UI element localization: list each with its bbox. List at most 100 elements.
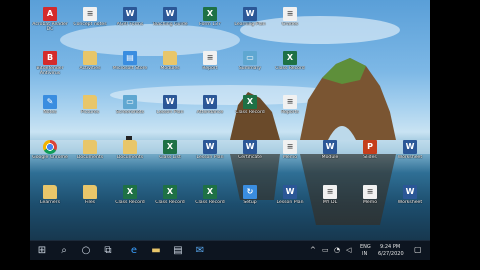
battery-icon[interactable]: ▭ xyxy=(322,246,329,254)
language-label[interactable]: ENG xyxy=(360,244,371,250)
desktop-icon[interactable]: Modules xyxy=(150,48,190,94)
desktop-icon-label: Setup xyxy=(243,200,257,205)
desktop-icon[interactable]: W Lesson Plan xyxy=(270,182,310,228)
edge-button[interactable]: e xyxy=(126,243,142,259)
folder-icon xyxy=(163,51,177,65)
desktop-icon[interactable]: ≡ Concept notes xyxy=(70,4,110,50)
desktop-icon[interactable]: P Slides xyxy=(350,137,390,183)
desktop-icon-label: Form 137 xyxy=(199,22,221,27)
desktop-icon[interactable]: X Class Record xyxy=(150,182,190,228)
desktop-icon-label: Attendance xyxy=(196,110,224,115)
desktop-icon[interactable]: ▭ Screenshots xyxy=(110,92,150,138)
desktop-icon-label: Memo xyxy=(362,200,378,205)
desktop-icon[interactable]: B Bitdefender Antivirus xyxy=(30,48,70,94)
network-icon[interactable]: ◔ xyxy=(334,246,340,254)
desktop-icon-label: Notes xyxy=(43,110,57,115)
desktop-icon[interactable]: W Worksheet xyxy=(390,182,430,228)
search-button[interactable]: ⌕ xyxy=(56,243,72,259)
desktop-icon[interactable]: X Class Record xyxy=(270,48,310,94)
volume-icon[interactable]: ◁ xyxy=(346,246,351,254)
word-icon: W xyxy=(243,140,257,154)
desktop-icon[interactable]: X Class Record xyxy=(190,182,230,228)
desktop-icon[interactable]: W Learning Plan xyxy=(230,4,270,50)
word-icon: W xyxy=(203,140,217,154)
desktop-icon-label: Slides xyxy=(363,155,377,160)
letterbox-bottom xyxy=(30,260,430,270)
clock-time[interactable]: 9:24 PM xyxy=(380,244,400,250)
desktop-icon-label: Microsoft Store xyxy=(112,66,148,71)
task-view-button[interactable]: ⧉ xyxy=(100,243,116,259)
chrome-icon xyxy=(43,140,57,154)
desktop-icon-label: Acrobat Reader DC xyxy=(32,22,68,33)
desktop-icon[interactable]: A Acrobat Reader DC xyxy=(30,4,70,50)
desktop-icon[interactable]: ≡ Report xyxy=(190,48,230,94)
desktop-icon-label: Summary xyxy=(238,66,262,71)
desktop-icon-label: Reports xyxy=(281,110,299,115)
desktop-icon-label: Certificate xyxy=(238,155,262,160)
mail-button[interactable]: ✉ xyxy=(192,243,208,259)
desktop-icon[interactable]: Documents xyxy=(110,137,150,183)
store-icon: ▤ xyxy=(173,245,183,256)
folder-icon xyxy=(43,185,57,199)
desktop-icon[interactable]: ≡ MY DL xyxy=(310,182,350,228)
desktop-icon-label: Teaching Guide xyxy=(152,22,188,27)
desktop-icon-label: Memo xyxy=(282,155,298,160)
desktop-icon[interactable]: ▭ Summary xyxy=(230,48,270,94)
desktop-icon-label: Lesson Plan xyxy=(276,200,304,205)
desktop-icon[interactable]: W Worksheet xyxy=(390,137,430,183)
desktop-icon[interactable]: W Lesson Plan xyxy=(150,92,190,138)
desktop-icon[interactable]: X Class Record xyxy=(230,92,270,138)
word-icon: W xyxy=(163,95,177,109)
notification-icon[interactable]: ▢ xyxy=(414,245,422,254)
desktop-icon[interactable]: Pictures xyxy=(70,92,110,138)
start-button[interactable]: ⊞ xyxy=(34,243,50,259)
desktop-icon[interactable]: Learners xyxy=(30,182,70,228)
desktop-icon[interactable]: W Module xyxy=(310,137,350,183)
word-icon: W xyxy=(403,140,417,154)
desktop-icon-label: AGRI Forms xyxy=(116,22,144,27)
desktop-icon[interactable]: W AGRI Forms xyxy=(110,4,150,50)
desktop-icon[interactable]: ≡ Memo xyxy=(350,182,390,228)
edge-icon: e xyxy=(130,245,138,256)
desktop-icon[interactable]: W Teaching Guide xyxy=(150,4,190,50)
taskbar: ⊞ ⌕ ○ ⧉ e ▬ ▤ ✉ ^ ▭ ◔ ◁ ENG IN 9:24 PM 6… xyxy=(30,240,430,261)
desktop-icon-label: MY DL xyxy=(322,200,338,205)
desktop-icon[interactable]: Files xyxy=(70,182,110,228)
desktop-icon[interactable]: ↻ Setup xyxy=(230,182,270,228)
cortana-button[interactable]: ○ xyxy=(78,243,94,259)
desktop-icon[interactable]: X Class Record xyxy=(110,182,150,228)
desktop-icon[interactable]: X Form 137 xyxy=(190,4,230,50)
desktop-icon[interactable]: Activities xyxy=(70,48,110,94)
folder-icon: ▬ xyxy=(151,245,161,256)
desktop-icon-label: Pictures xyxy=(80,110,100,115)
folder-icon xyxy=(83,140,97,154)
desktop-icon-label: Class Record xyxy=(155,200,185,205)
desktop-icon[interactable]: X Class List xyxy=(150,137,190,183)
image-icon: ▭ xyxy=(243,51,257,65)
desktop-icon[interactable]: Google Chrome xyxy=(30,137,70,183)
windows-icon: ⊞ xyxy=(37,245,47,256)
file-icon: ≡ xyxy=(283,140,297,154)
desktop-icon[interactable]: ✎ Notes xyxy=(30,92,70,138)
file-icon: ≡ xyxy=(83,7,97,21)
app-icon: ↻ xyxy=(243,185,257,199)
desktop-icon-label: Grades xyxy=(281,22,299,27)
desktop-icon[interactable]: W Lesson Plan xyxy=(190,137,230,183)
desktop-icon[interactable]: ≡ Grades xyxy=(270,4,310,50)
desktop-icon[interactable]: ▤ Microsoft Store xyxy=(110,48,150,94)
task-view-icon: ⧉ xyxy=(104,245,112,256)
app-icon: ✎ xyxy=(43,95,57,109)
ppt-icon: P xyxy=(363,140,377,154)
desktop-icon[interactable]: W Certificate xyxy=(230,137,270,183)
desktop-icon-label: Class List xyxy=(159,155,181,160)
pdf-icon: B xyxy=(43,51,57,65)
desktop-icon[interactable]: ≡ Reports xyxy=(270,92,310,138)
word-icon: W xyxy=(283,185,297,199)
chevron-up-icon[interactable]: ^ xyxy=(310,246,316,254)
store-button[interactable]: ▤ xyxy=(170,243,186,259)
file-explorer-button[interactable]: ▬ xyxy=(148,243,164,259)
desktop-icon[interactable]: ≡ Memo xyxy=(270,137,310,183)
desktop-icon[interactable]: Documents xyxy=(70,137,110,183)
pdf-icon: A xyxy=(43,7,57,21)
desktop-icon[interactable]: W Attendance xyxy=(190,92,230,138)
